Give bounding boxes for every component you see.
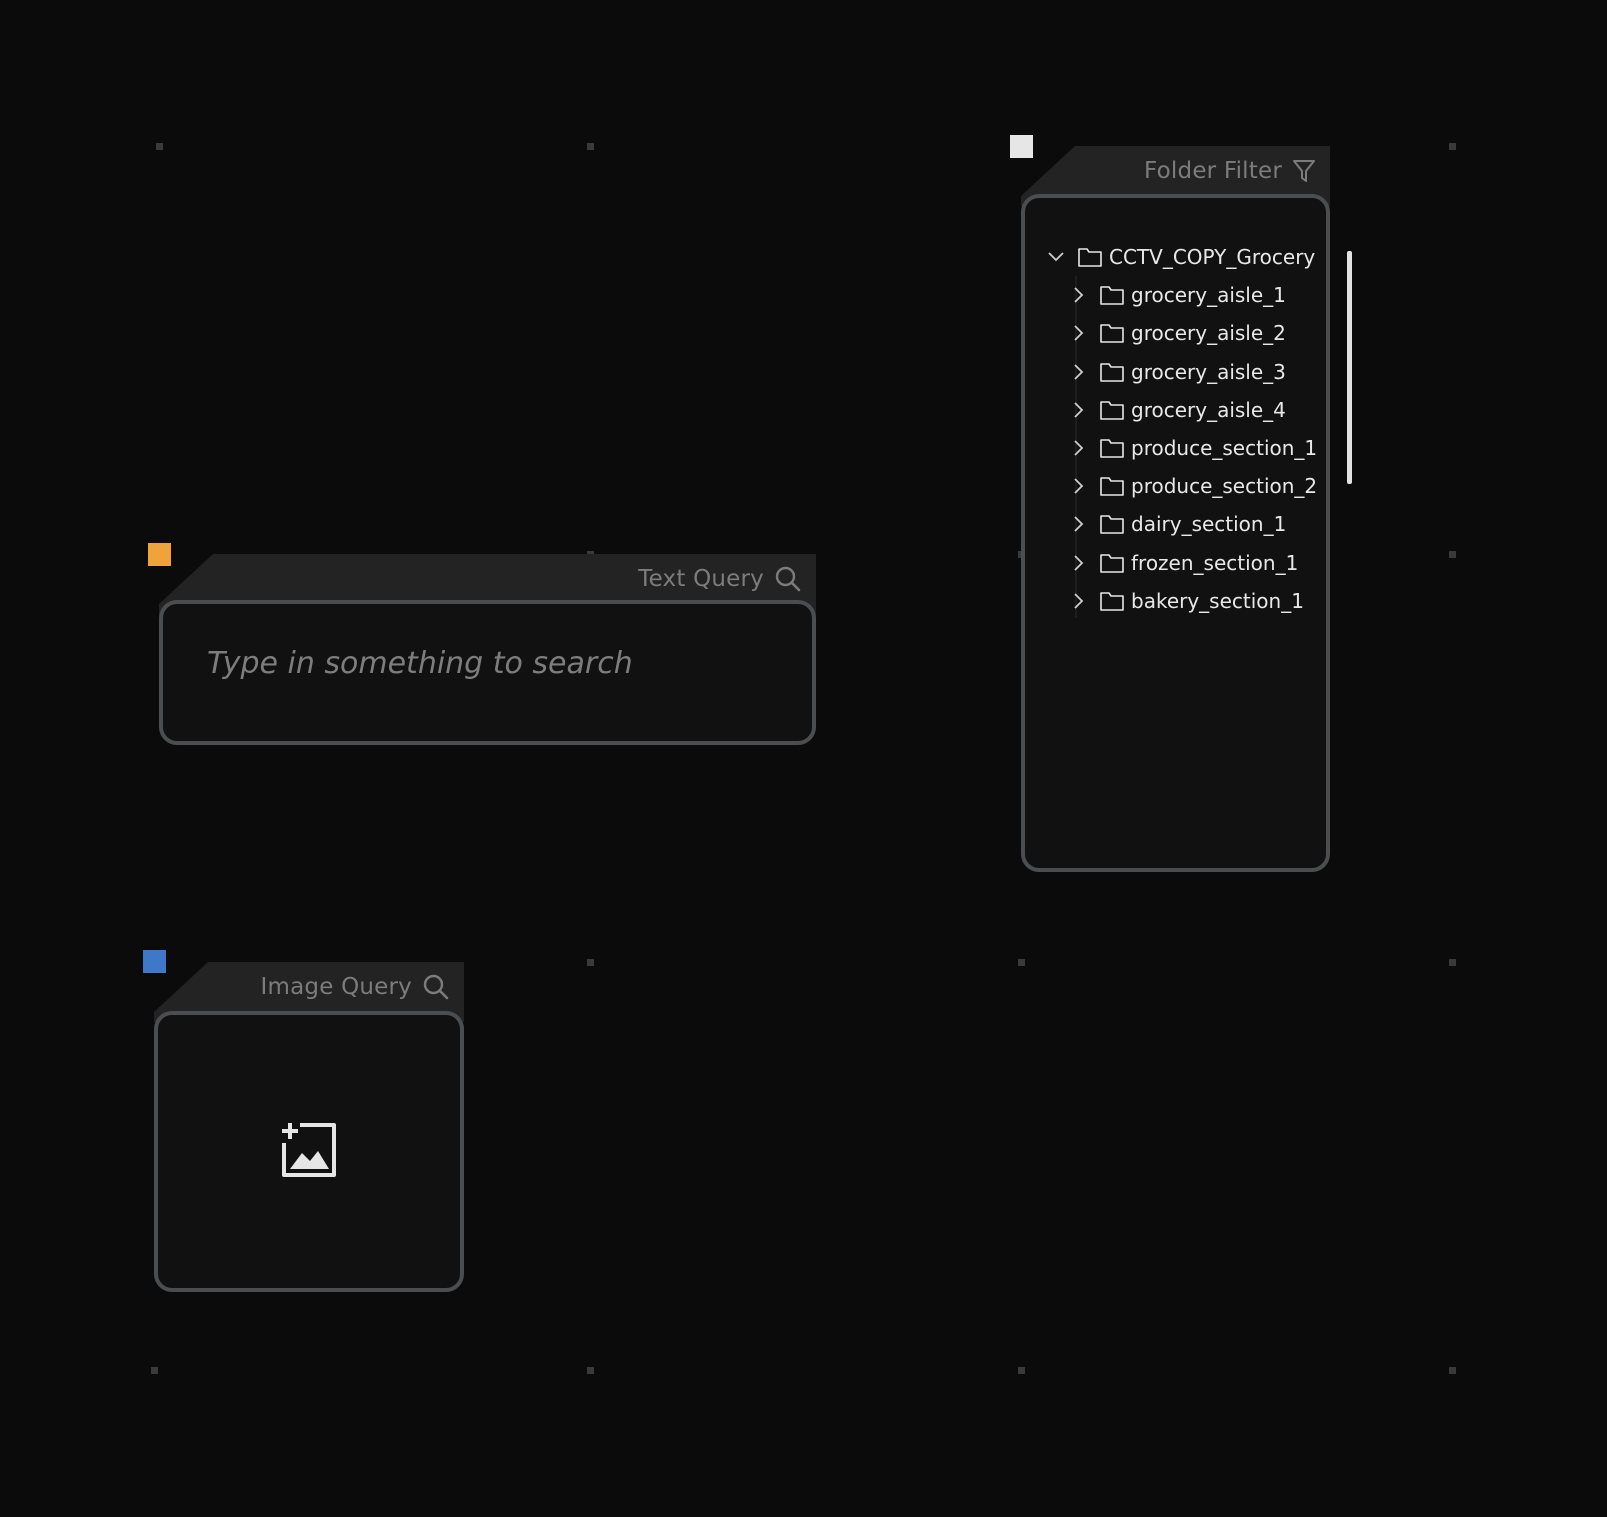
- chevron-right-icon[interactable]: [1065, 320, 1091, 346]
- tree-item[interactable]: produce_section_1: [1065, 429, 1318, 467]
- tree-item[interactable]: grocery_aisle_1: [1065, 276, 1316, 314]
- folder-icon: [1099, 552, 1125, 574]
- folder-icon: [1099, 322, 1125, 344]
- tree-item-label: grocery_aisle_3: [1131, 359, 1286, 384]
- tree-item[interactable]: dairy_section_1: [1065, 505, 1316, 543]
- folder-tree-scrollbar[interactable]: [1347, 251, 1352, 484]
- tree-item[interactable]: grocery_aisle_4: [1065, 391, 1316, 429]
- chevron-right-icon[interactable]: [1065, 473, 1091, 499]
- search-icon: [422, 973, 450, 1001]
- folder-filter-node: Folder Filter CCTV_COPY_Grocery grocery_…: [1021, 146, 1330, 872]
- folder-tree: CCTV_COPY_Grocery grocery_aisle_1 grocer…: [1043, 238, 1318, 620]
- grid-dot: [1449, 551, 1456, 558]
- folder-icon: [1099, 399, 1125, 421]
- tree-item[interactable]: frozen_section_1: [1065, 544, 1316, 582]
- chevron-right-icon[interactable]: [1065, 282, 1091, 308]
- chevron-down-icon[interactable]: [1043, 244, 1069, 270]
- grid-dot: [1018, 1367, 1025, 1374]
- tree-item-label: bakery_section_1: [1131, 588, 1304, 613]
- grid-dot: [156, 143, 163, 150]
- chevron-right-icon[interactable]: [1065, 359, 1091, 385]
- tree-item-label: grocery_aisle_4: [1131, 397, 1286, 422]
- chevron-right-icon[interactable]: [1065, 550, 1091, 576]
- text-query-body: [159, 600, 816, 745]
- chevron-right-icon[interactable]: [1065, 397, 1091, 423]
- tree-root-label: CCTV_COPY_Grocery: [1109, 245, 1316, 270]
- folder-icon: [1099, 437, 1125, 459]
- tree-item[interactable]: produce_section_2: [1065, 467, 1318, 505]
- folder-filter-body: CCTV_COPY_Grocery grocery_aisle_1 grocer…: [1021, 194, 1330, 872]
- folder-icon: [1099, 284, 1125, 306]
- filter-icon: [1292, 158, 1316, 184]
- grid-dot: [587, 1367, 594, 1374]
- image-query-body[interactable]: [154, 1011, 464, 1292]
- search-input[interactable]: [207, 646, 792, 681]
- folder-icon: [1099, 590, 1125, 612]
- image-query-title-label: Image Query: [260, 974, 412, 1000]
- tree-item-label: grocery_aisle_2: [1131, 321, 1286, 346]
- tree-item[interactable]: bakery_section_1: [1065, 582, 1316, 620]
- folder-icon: [1099, 361, 1125, 383]
- chevron-right-icon[interactable]: [1065, 435, 1091, 461]
- tree-item-label: grocery_aisle_1: [1131, 283, 1286, 308]
- image-query-title: Image Query: [261, 962, 450, 1012]
- text-query-title-label: Text Query: [638, 566, 764, 592]
- grid-dot: [1449, 143, 1456, 150]
- tree-item[interactable]: grocery_aisle_2: [1065, 314, 1316, 352]
- folder-icon: [1099, 513, 1125, 535]
- tree-children: grocery_aisle_1 grocery_aisle_2 grocery_…: [1065, 276, 1318, 620]
- tree-item-label: frozen_section_1: [1131, 550, 1299, 575]
- image-query-node: Image Query: [154, 962, 464, 1292]
- folder-icon: [1099, 475, 1125, 497]
- add-image-icon[interactable]: [280, 1121, 338, 1183]
- grid-dot: [1018, 959, 1025, 966]
- chevron-right-icon[interactable]: [1065, 588, 1091, 614]
- folder-icon: [1077, 246, 1103, 268]
- text-query-node: Text Query: [159, 554, 816, 745]
- tree-root-row[interactable]: CCTV_COPY_Grocery: [1043, 238, 1316, 276]
- tree-item-label: dairy_section_1: [1131, 512, 1287, 537]
- tree-item[interactable]: grocery_aisle_3: [1065, 353, 1316, 391]
- grid-dot: [587, 143, 594, 150]
- search-icon: [774, 565, 802, 593]
- tree-item-label: produce_section_2: [1131, 474, 1318, 499]
- folder-filter-title-label: Folder Filter: [1144, 158, 1282, 184]
- text-query-title: Text Query: [638, 554, 802, 604]
- grid-dot: [587, 959, 594, 966]
- folder-filter-title: Folder Filter: [1144, 146, 1316, 196]
- grid-dot: [151, 1367, 158, 1374]
- tree-item-label: produce_section_1: [1131, 436, 1318, 461]
- node-canvas: Text Query Folder Filter: [0, 0, 1607, 1517]
- chevron-right-icon[interactable]: [1065, 511, 1091, 537]
- grid-dot: [1449, 1367, 1456, 1374]
- grid-dot: [1449, 959, 1456, 966]
